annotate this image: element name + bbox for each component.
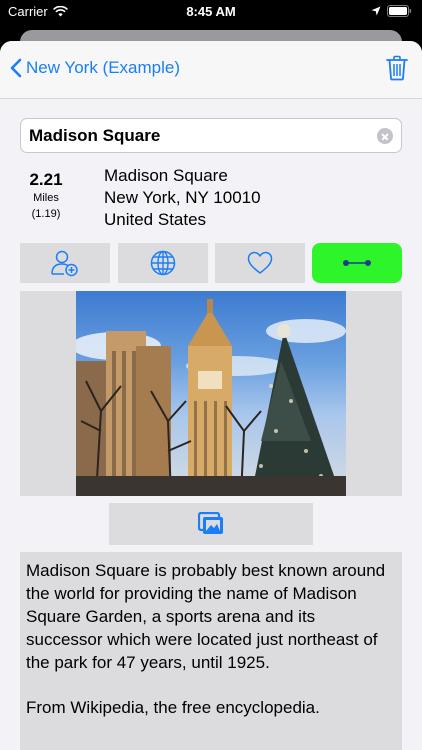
status-right [371, 5, 412, 17]
address-block: Madison Square New York, NY 10010 United… [104, 165, 261, 231]
description-paragraph-2: From Wikipedia, the free encyclopedia. [26, 698, 320, 717]
navigation-bar: New York (Example) [0, 41, 422, 99]
address-line-1: Madison Square [104, 166, 228, 185]
back-label: New York (Example) [26, 58, 181, 77]
address-line-3: United States [104, 210, 207, 229]
clear-text-button[interactable] [377, 128, 393, 144]
detail-sheet: New York (Example) 2.21 Miles (1.19) Mad… [0, 41, 422, 750]
add-contact-button[interactable] [20, 243, 110, 283]
photo-gallery-icon [198, 512, 223, 534]
place-name-field[interactable] [20, 118, 402, 153]
place-photo[interactable] [76, 291, 346, 496]
route-button[interactable] [312, 243, 402, 283]
distance-unit: Miles [33, 192, 59, 204]
battery-icon [387, 5, 412, 17]
distance-alternate: (1.19) [31, 208, 61, 220]
distance-block: 2.21 Miles (1.19) [20, 170, 72, 220]
description-paragraph-1: Madison Square is probably best known ar… [26, 561, 386, 672]
delete-button[interactable] [386, 55, 408, 86]
distance-value: 2.21 [29, 170, 63, 189]
photo-panel [20, 291, 402, 496]
favorite-button[interactable] [215, 243, 305, 283]
add-contact-icon [51, 250, 78, 277]
photo-scene [76, 299, 346, 496]
description-panel: Madison Square is probably best known ar… [20, 552, 402, 750]
back-button[interactable]: New York (Example) [10, 58, 180, 78]
route-icon [343, 260, 371, 266]
address-line-2: New York, NY 10010 [104, 188, 261, 207]
location-arrow-icon [371, 6, 381, 16]
photo-gallery-button[interactable] [109, 503, 313, 545]
status-time: 8:45 AM [186, 4, 236, 19]
chevron-left-icon [10, 58, 22, 78]
globe-icon [150, 250, 176, 276]
website-button[interactable] [118, 243, 208, 283]
status-bar: Carrier 8:45 AM [0, 0, 422, 24]
action-bar [20, 243, 402, 283]
heart-icon [247, 251, 273, 274]
detail-content: 2.21 Miles (1.19) Madison Square New Yor… [0, 100, 422, 750]
place-name-input[interactable] [21, 119, 361, 152]
trash-icon [386, 55, 408, 81]
